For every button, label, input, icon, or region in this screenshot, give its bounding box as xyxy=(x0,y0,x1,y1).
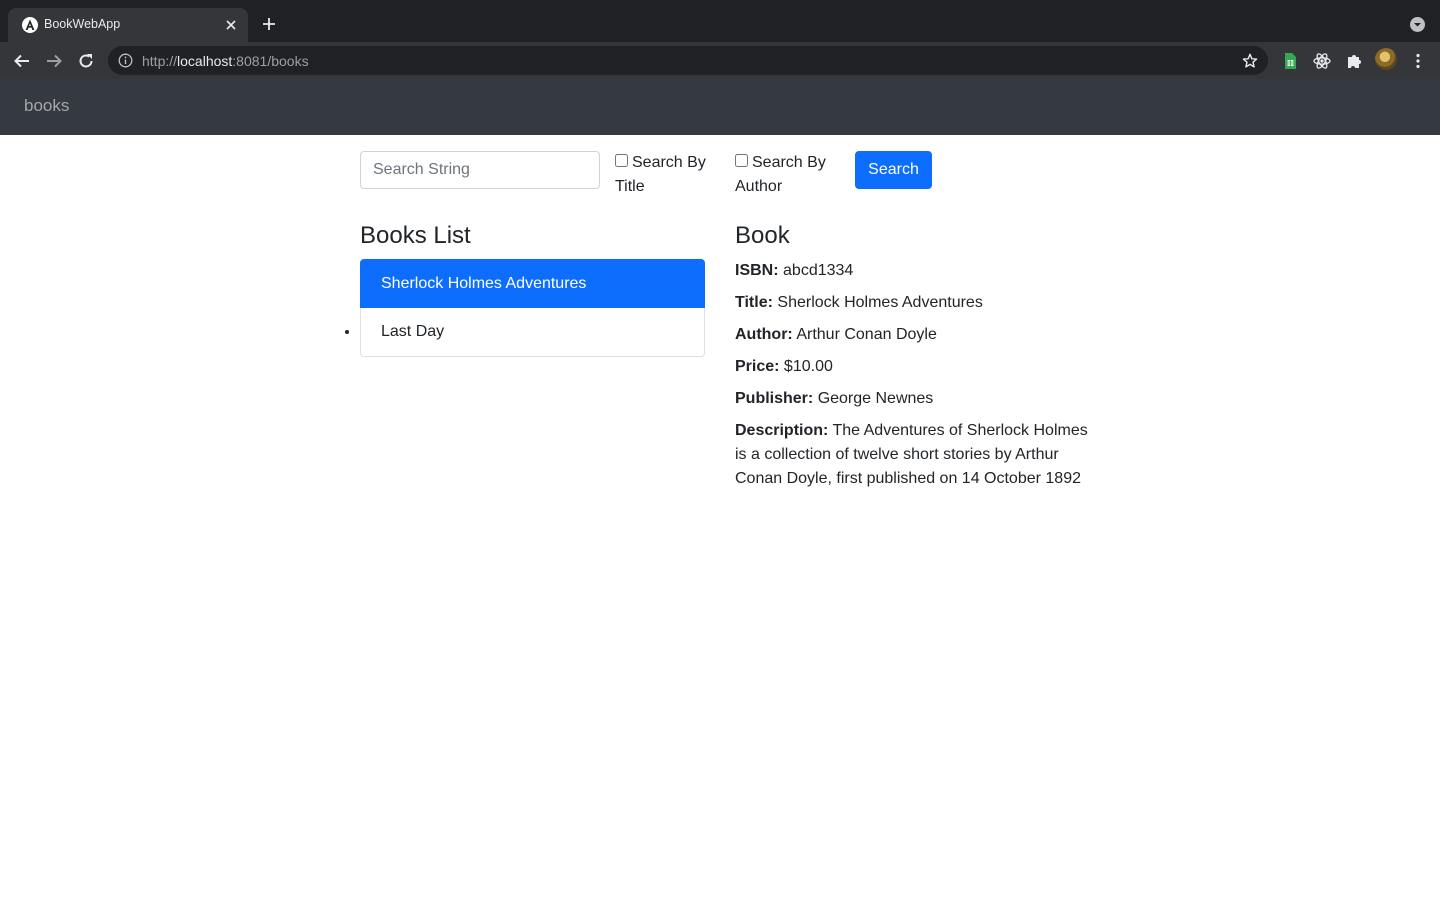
title-label: Title: xyxy=(735,294,773,311)
address-bar[interactable]: http://localhost:8081/books xyxy=(108,46,1268,75)
books-list-heading: Books List xyxy=(360,222,471,249)
book-detail-heading: Book xyxy=(735,222,790,249)
author-value: Arthur Conan Doyle xyxy=(796,326,937,343)
url-scheme: http:// xyxy=(142,53,178,69)
browser-tab[interactable]: BookWebApp xyxy=(8,8,248,42)
tab-title: BookWebApp xyxy=(44,17,121,31)
react-devtools-icon[interactable] xyxy=(1312,51,1332,71)
bookmark-star-icon[interactable] xyxy=(1241,52,1259,70)
tab-search-icon[interactable] xyxy=(1409,16,1426,33)
description-row: Description: The Adventures of Sherlock … xyxy=(735,419,1095,491)
app-navbar: books xyxy=(0,79,1440,135)
profile-avatar[interactable] xyxy=(1375,48,1397,70)
isbn-row: ISBN: abcd1334 xyxy=(735,259,1095,283)
author-label: Author: xyxy=(735,326,793,343)
search-button[interactable]: Search xyxy=(855,151,932,189)
extensions-puzzle-icon[interactable] xyxy=(1344,51,1364,71)
price-label: Price: xyxy=(735,358,780,375)
publisher-label: Publisher: xyxy=(735,390,814,407)
search-by-author-option[interactable]: Search By Author xyxy=(735,151,835,199)
tab-close-icon[interactable] xyxy=(222,16,240,34)
browser-menu-icon[interactable] xyxy=(1408,51,1428,71)
publisher-value: George Newnes xyxy=(817,390,934,407)
isbn-label: ISBN: xyxy=(735,262,779,279)
back-arrow-icon[interactable] xyxy=(12,51,32,71)
browser-toolbar: http://localhost:8081/books xyxy=(0,42,1440,79)
search-by-author-checkbox[interactable] xyxy=(735,154,748,167)
navbar-brand-link[interactable]: books xyxy=(24,96,69,116)
publisher-row: Publisher: George Newnes xyxy=(735,387,1095,411)
sheets-extension-icon[interactable] xyxy=(1280,51,1300,71)
search-by-author-label: Search By Author xyxy=(735,154,826,195)
title-value: Sherlock Holmes Adventures xyxy=(777,294,983,311)
forward-arrow-icon[interactable] xyxy=(44,51,64,71)
url-host: localhost xyxy=(177,53,233,69)
book-list-item[interactable]: Last Day xyxy=(360,308,705,357)
site-info-icon[interactable] xyxy=(118,53,133,68)
address-url: http://localhost:8081/books xyxy=(142,53,309,69)
reload-icon[interactable] xyxy=(76,51,96,71)
title-row: Title: Sherlock Holmes Adventures xyxy=(735,291,1095,315)
search-input[interactable] xyxy=(360,151,600,189)
browser-tabstrip: BookWebApp xyxy=(0,0,1440,42)
books-list: Sherlock Holmes Adventures Last Day xyxy=(360,259,705,357)
search-by-title-label: Search By Title xyxy=(615,154,706,195)
new-tab-icon[interactable] xyxy=(260,15,278,33)
author-row: Author: Arthur Conan Doyle xyxy=(735,323,1095,347)
url-path: :8081/books xyxy=(232,53,309,69)
book-detail-panel: ISBN: abcd1334 Title: Sherlock Holmes Ad… xyxy=(735,259,1095,499)
price-value: $10.00 xyxy=(783,358,833,375)
search-by-title-checkbox[interactable] xyxy=(615,154,628,167)
angular-favicon-icon xyxy=(22,17,38,33)
book-list-item[interactable]: Sherlock Holmes Adventures xyxy=(360,259,705,308)
isbn-value: abcd1334 xyxy=(783,262,854,279)
price-row: Price: $10.00 xyxy=(735,355,1095,379)
search-by-title-option[interactable]: Search By Title xyxy=(615,151,715,199)
description-label: Description: xyxy=(735,422,829,439)
